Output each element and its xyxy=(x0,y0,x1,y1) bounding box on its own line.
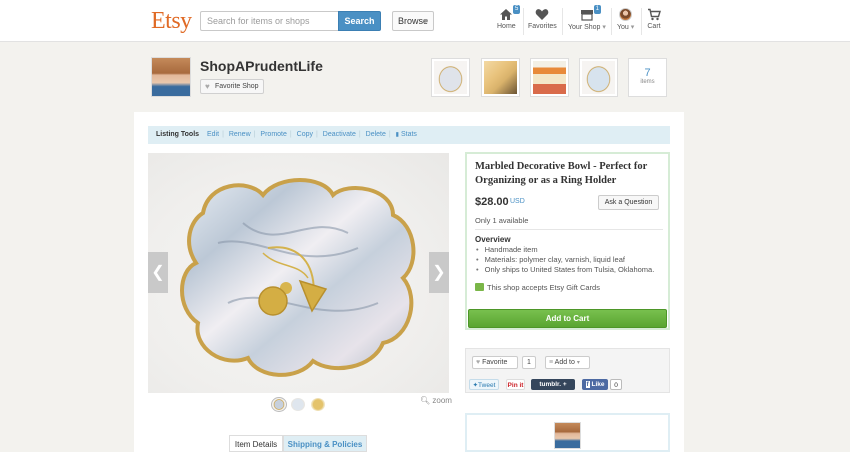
edit-link[interactable]: Edit xyxy=(207,131,219,138)
heart-icon: ♥ xyxy=(205,82,210,91)
favorite-label: Favorite xyxy=(482,359,508,366)
favorite-item-button[interactable]: ♥ Favorite xyxy=(472,356,518,369)
nav-divider xyxy=(611,8,612,35)
overview-list: Handmade item Materials: polymer clay, v… xyxy=(476,245,655,275)
items-count: 7 xyxy=(644,67,651,79)
tab-shipping-policies[interactable]: Shipping & Policies xyxy=(283,435,367,452)
shop-item-thumbnail[interactable] xyxy=(431,58,470,97)
shop-owner-avatar[interactable] xyxy=(151,57,191,97)
nav-home[interactable]: 5 Home xyxy=(497,5,521,30)
pin-it-button[interactable]: Pin it xyxy=(506,379,525,390)
add-to-list-button[interactable]: ≡ Add to ▾ xyxy=(545,356,590,369)
overview-item: Materials: polymer clay, varnish, liquid… xyxy=(476,255,654,265)
magnifier-icon: 🔍︎ xyxy=(420,396,431,405)
search-button[interactable]: Search xyxy=(338,11,381,31)
next-image-button[interactable]: ❯ xyxy=(429,252,449,293)
chevron-right-icon: ❯ xyxy=(432,264,446,281)
shop-owner-avatar[interactable] xyxy=(554,422,581,449)
facebook-like-button[interactable]: f Like xyxy=(582,379,608,390)
shop-badge: 1 xyxy=(593,5,601,14)
nav-cart-label: Cart xyxy=(647,23,661,30)
overview-item: Only ships to United States from Tulsia,… xyxy=(476,265,655,275)
chevron-left-icon: ❮ xyxy=(151,264,165,281)
add-to-cart-button[interactable]: Add to Cart xyxy=(468,309,667,328)
plus-icon: + xyxy=(562,381,567,388)
image-thumbnail[interactable] xyxy=(271,397,287,412)
stats-icon: ▮ xyxy=(395,132,399,138)
favorite-count: 1 xyxy=(522,356,536,369)
item-title: Marbled Decorative Bowl - Perfect for Or… xyxy=(475,161,648,186)
divider xyxy=(475,229,663,230)
copy-link[interactable]: Copy xyxy=(297,131,313,138)
nav-you-label: You xyxy=(617,24,629,31)
nav-you[interactable]: You ▾ xyxy=(617,8,634,31)
tab-item-details[interactable]: Item Details xyxy=(229,435,283,452)
item-price: $28.00 xyxy=(475,196,509,208)
list-icon: ≡ xyxy=(549,359,554,366)
image-thumbnail[interactable] xyxy=(291,398,305,411)
deactivate-link[interactable]: Deactivate xyxy=(323,131,356,138)
stats-link[interactable]: Stats xyxy=(401,131,417,138)
favorite-shop-label: Favorite Shop xyxy=(215,83,259,90)
browse-dropdown[interactable]: Browse ▼ xyxy=(392,11,434,31)
zoom-link[interactable]: 🔍︎ zoom xyxy=(420,396,452,405)
shop-icon: 1 xyxy=(580,5,601,21)
add-to-label: Add to xyxy=(554,359,575,366)
prev-image-button[interactable]: ❮ xyxy=(148,252,168,293)
shop-item-thumbnail[interactable] xyxy=(530,58,569,97)
chevron-down-icon: ▾ xyxy=(576,360,580,366)
image-thumbnail[interactable] xyxy=(311,398,325,411)
shop-item-thumbnail[interactable] xyxy=(579,58,618,97)
items-label: items xyxy=(640,79,655,85)
etsy-logo[interactable]: Etsy xyxy=(151,8,192,35)
tweet-label: Tweet xyxy=(478,382,496,389)
overview-heading: Overview xyxy=(475,235,511,244)
zoom-label: zoom xyxy=(432,396,452,405)
tumblr-label: tumblr. xyxy=(539,381,562,388)
delete-link[interactable]: Delete xyxy=(366,131,386,138)
favorite-shop-button[interactable]: ♥ Favorite Shop xyxy=(200,79,264,94)
home-badge: 5 xyxy=(513,5,521,14)
listing-tools-bar: Listing Tools Edit | Renew | Promote | Copy… xyxy=(148,126,670,144)
shop-item-thumbnail[interactable] xyxy=(481,58,520,97)
avatar xyxy=(618,8,633,21)
marbled-bowl-illustration xyxy=(180,178,416,377)
nav-favorites-label: Favorites xyxy=(528,23,557,30)
like-label: Like xyxy=(591,381,605,388)
ask-question-button[interactable]: Ask a Question xyxy=(598,195,659,210)
nav-favorites[interactable]: Favorites xyxy=(528,8,557,30)
shop-items-count[interactable]: 7 items xyxy=(628,58,667,97)
nav-divider xyxy=(523,8,524,35)
shop-name[interactable]: ShopAPrudentLife xyxy=(200,58,323,74)
facebook-icon: f xyxy=(585,381,590,388)
gift-card-icon xyxy=(475,283,484,291)
availability-text: Only 1 available xyxy=(475,216,529,225)
nav-divider xyxy=(562,8,563,35)
tweet-button[interactable]: ✦Tweet xyxy=(469,379,499,390)
cart-icon xyxy=(647,8,661,21)
site-header: Etsy Search Browse ▼ 5 Home Favorites 1 … xyxy=(0,0,850,42)
promote-link[interactable]: Promote xyxy=(260,131,286,138)
renew-link[interactable]: Renew xyxy=(229,131,251,138)
nav-home-label: Home xyxy=(497,23,516,30)
tumblr-button[interactable]: tumblr. + xyxy=(531,379,575,390)
chevron-down-icon: ▼ xyxy=(422,18,429,25)
item-currency: USD xyxy=(510,198,525,205)
nav-divider xyxy=(641,8,642,35)
nav-cart[interactable]: Cart xyxy=(647,8,661,30)
like-count: 0 xyxy=(610,379,622,390)
search-input[interactable] xyxy=(200,11,338,31)
listing-tools-label: Listing Tools xyxy=(156,131,200,138)
gift-card-notice: This shop accepts Etsy Gift Cards xyxy=(475,283,600,292)
heart-icon xyxy=(535,8,549,21)
main-product-image[interactable] xyxy=(148,153,449,393)
heart-icon: ♥ xyxy=(476,359,481,366)
overview-item: Handmade item xyxy=(476,245,654,255)
home-icon: 5 xyxy=(499,5,521,21)
nav-your-shop-label: Your Shop xyxy=(568,24,601,31)
gift-card-text: This shop accepts Etsy Gift Cards xyxy=(487,283,600,292)
nav-your-shop[interactable]: 1 Your Shop ▾ xyxy=(568,5,606,31)
